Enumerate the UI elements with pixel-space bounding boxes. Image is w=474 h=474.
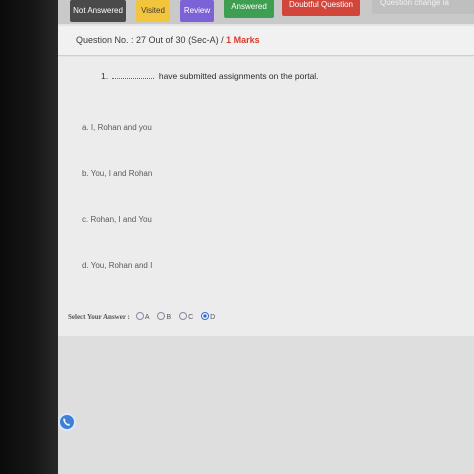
- visited-button[interactable]: Visited: [136, 0, 170, 22]
- answer-selector: Select Your Answer : A B C D: [68, 312, 221, 321]
- answered-button[interactable]: Answered: [224, 0, 274, 18]
- answer-radio-d[interactable]: D: [201, 312, 215, 321]
- exam-screen: Not Answered Visited Review Answered Dou…: [58, 0, 474, 474]
- option-c: c. Rohan, I and You: [82, 215, 152, 224]
- question-number-label: Question No. : 27 Out of 30 (Sec-A) / 1 …: [76, 35, 260, 45]
- not-answered-button[interactable]: Not Answered: [70, 0, 126, 22]
- chat-support-button[interactable]: [58, 413, 76, 431]
- radio-c-icon[interactable]: [179, 312, 188, 320]
- review-button[interactable]: Review: [180, 0, 214, 22]
- answer-radio-a[interactable]: A: [135, 312, 150, 321]
- question-stem-number: 1.: [101, 71, 109, 81]
- radio-d-label: D: [210, 314, 216, 321]
- option-a: a. I, Rohan and you: [82, 123, 152, 132]
- doubtful-question-button[interactable]: Doubtful Question: [282, 0, 360, 16]
- question-body: 1. have submitted assignments on the por…: [58, 57, 474, 337]
- radio-b-icon[interactable]: [157, 312, 166, 320]
- question-change-button[interactable]: Question change la: [372, 0, 474, 14]
- answer-radio-c[interactable]: C: [179, 312, 193, 321]
- radio-a-icon[interactable]: [135, 312, 144, 320]
- question-header: Question No. : 27 Out of 30 (Sec-A) / 1 …: [58, 26, 474, 56]
- option-b: b. You, I and Rohan: [82, 169, 153, 178]
- question-info: Question No. : 27 Out of 30 (Sec-A) /: [76, 35, 224, 45]
- fill-in-blank: [112, 78, 155, 79]
- answer-radio-b[interactable]: B: [157, 312, 171, 321]
- question-marks: 1 Marks: [226, 35, 260, 45]
- radio-a-label: A: [144, 314, 150, 321]
- radio-c-label: C: [188, 314, 194, 321]
- radio-b-label: B: [166, 314, 172, 321]
- phone-icon: [63, 418, 70, 426]
- radio-d-icon[interactable]: [201, 312, 210, 320]
- select-answer-label: Select Your Answer :: [68, 313, 130, 321]
- device-bezel: [0, 0, 60, 474]
- status-legend-bar: Not Answered Visited Review Answered Dou…: [58, 0, 474, 24]
- lower-panel: [58, 336, 474, 474]
- option-d: d. You, Rohan and I: [82, 261, 153, 270]
- question-stem: 1. have submitted assignments on the por…: [101, 71, 319, 81]
- question-stem-text: have submitted assignments on the portal…: [158, 71, 319, 81]
